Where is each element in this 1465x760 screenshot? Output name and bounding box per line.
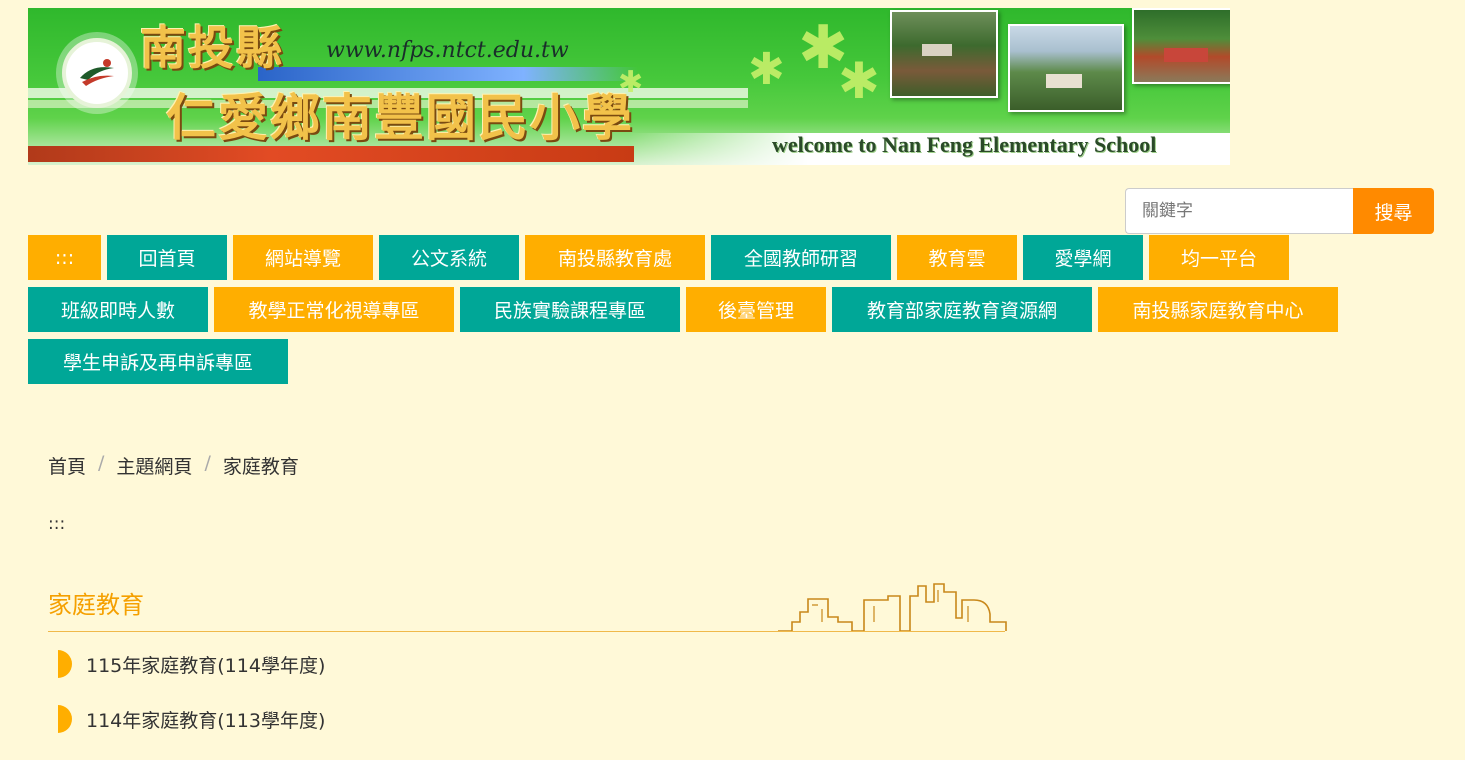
list-item[interactable]: 115年家庭教育(114學年度) (58, 650, 325, 678)
nav-row: 班級即時人數 教學正常化視導專區 民族實驗課程專區 後臺管理 教育部家庭教育資源… (28, 287, 1448, 332)
breadcrumb: 首頁 / 主題網頁 / 家庭教育 (48, 452, 299, 479)
list-item[interactable]: 114年家庭教育(113學年度) (58, 705, 325, 733)
half-circle-bullet-icon (58, 650, 72, 678)
banner-title-county: 南投縣 (140, 21, 284, 75)
breadcrumb-separator: / (204, 452, 211, 474)
school-logo-icon (62, 38, 132, 108)
family-education-list: 115年家庭教育(114學年度) 114年家庭教育(113學年度) (58, 650, 325, 760)
nav-item-accesskey[interactable]: ::: (28, 235, 101, 280)
nav-item-class-headcount[interactable]: 班級即時人數 (28, 287, 208, 332)
section-title: 家庭教育 (48, 591, 144, 619)
nav-item-junyi-platform[interactable]: 均一平台 (1149, 235, 1289, 280)
nav-item-nantou-education[interactable]: 南投縣教育處 (525, 235, 705, 280)
half-circle-bullet-icon (58, 705, 72, 733)
nav-row: ::: 回首頁 網站導覽 公文系統 南投縣教育處 全國教師研習 教育雲 愛學網 … (28, 235, 1448, 280)
banner-title-school: 仁愛鄉南豐國民小學 (166, 88, 634, 147)
nav-item-sitemap[interactable]: 網站導覽 (233, 235, 373, 280)
content-accesskey[interactable]: ::: (48, 514, 65, 534)
breadcrumb-home[interactable]: 首頁 (48, 452, 86, 479)
maple-leaf-icon: ✱ (748, 44, 785, 95)
banner-url: www.nfps.ntct.edu.tw (326, 38, 569, 63)
maple-leaf-icon: ✱ (838, 52, 880, 110)
school-photo (890, 10, 998, 98)
breadcrumb-topic-pages[interactable]: 主題網頁 (116, 452, 192, 479)
nav-item-nantou-family-center[interactable]: 南投縣家庭教育中心 (1098, 287, 1338, 332)
nav-item-teacher-training[interactable]: 全國教師研習 (711, 235, 891, 280)
skyline-icon (778, 583, 1007, 632)
nav-item-student-appeal[interactable]: 學生申訴及再申訴專區 (28, 339, 288, 384)
nav-item-admin[interactable]: 後臺管理 (686, 287, 826, 332)
search-input[interactable] (1125, 188, 1353, 234)
section-divider (48, 631, 1005, 632)
breadcrumb-current[interactable]: 家庭教育 (223, 452, 299, 479)
school-photo (1132, 8, 1230, 84)
banner-welcome-text: welcome to Nan Feng Elementary School (772, 132, 1157, 157)
nav-item-teaching-normalization[interactable]: 教學正常化視導專區 (214, 287, 454, 332)
nav-item-document-system[interactable]: 公文系統 (379, 235, 519, 280)
list-item-label[interactable]: 115年家庭教育(114學年度) (86, 651, 325, 678)
nav-item-ethnic-curriculum[interactable]: 民族實驗課程專區 (460, 287, 680, 332)
site-banner[interactable]: ✱ ✱ ✱ ✱ 南投縣 www.nfps.ntct.edu.tw 仁愛鄉南豐國民… (28, 8, 1230, 165)
nav-item-family-education-resource[interactable]: 教育部家庭教育資源網 (832, 287, 1092, 332)
list-item-label[interactable]: 114年家庭教育(113學年度) (86, 706, 325, 733)
nav-item-learning-net[interactable]: 愛學網 (1023, 235, 1143, 280)
search-button[interactable]: 搜尋 (1353, 188, 1434, 234)
school-photo (1008, 24, 1124, 112)
main-nav: ::: 回首頁 網站導覽 公文系統 南投縣教育處 全國教師研習 教育雲 愛學網 … (28, 235, 1448, 391)
nav-row: 學生申訴及再申訴專區 (28, 339, 1448, 384)
nav-item-education-cloud[interactable]: 教育雲 (897, 235, 1017, 280)
nav-item-home[interactable]: 回首頁 (107, 235, 227, 280)
breadcrumb-separator: / (98, 452, 105, 474)
